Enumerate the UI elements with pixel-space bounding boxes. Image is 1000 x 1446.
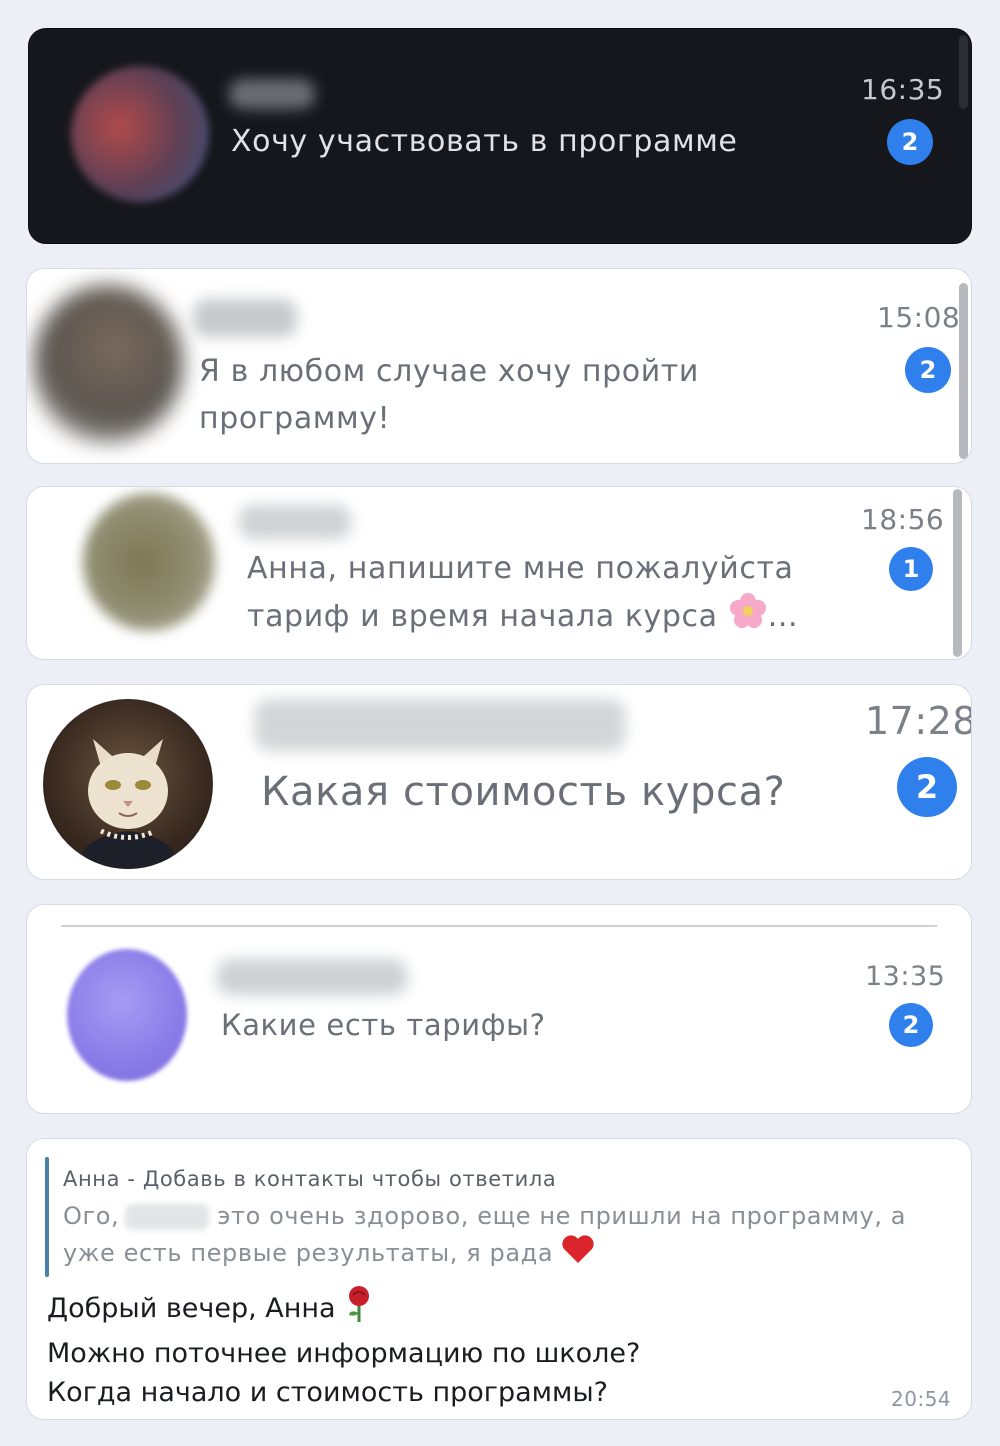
unread-badge: 2 [905, 347, 951, 393]
message-time: 13:35 [865, 961, 946, 992]
message-time: 15:08 [877, 301, 961, 334]
reply-author: Анна - Добавь в контакты чтобы ответила [63, 1167, 557, 1191]
unread-badge: 2 [897, 757, 957, 817]
reply-text: Ого, это очень здорово, еще не пришли на … [63, 1199, 906, 1274]
message-text: Добрый вечер, Анна Можно поточнее информ… [47, 1285, 640, 1412]
heart-emoji-icon [561, 1234, 595, 1274]
unread-badge: 2 [889, 1003, 933, 1047]
avatar [83, 493, 215, 631]
message-time: 17:28 [865, 699, 972, 743]
scrollbar[interactable] [953, 489, 962, 657]
blurred-name [125, 1204, 210, 1230]
contact-name-blurred [255, 699, 625, 751]
contact-name-blurred [193, 299, 297, 337]
unread-badge: 2 [887, 119, 933, 165]
unread-badge: 1 [889, 547, 933, 591]
avatar [43, 699, 213, 869]
last-message: Какие есть тарифы? [221, 1008, 546, 1042]
chat-item[interactable]: Анна, напишите мне пожалуйста тариф и вр… [26, 486, 972, 660]
last-message: Какая стоимость курса? [261, 769, 786, 815]
chat-item[interactable]: Какие есть тарифы? 13:35 2 [26, 904, 972, 1114]
cat-avatar-icon [83, 739, 173, 869]
contact-name-blurred [229, 79, 315, 109]
last-message: Хочу участвовать в программе [231, 124, 738, 159]
chat-item[interactable]: Хочу участвовать в программе 16:35 2 [28, 28, 972, 244]
message-time: 20:54 [891, 1387, 952, 1411]
avatar [33, 285, 183, 443]
avatar [67, 949, 187, 1081]
last-message: Анна, напишите мне пожалуйста тариф и вр… [247, 547, 798, 643]
chat-item[interactable]: Какая стоимость курса? 17:28 2 [26, 684, 972, 880]
reply-bar [45, 1157, 49, 1277]
chat-item[interactable]: Я в любом случае хочу пройти программу! … [26, 268, 972, 464]
last-message: Я в любом случае хочу пройти программу! [199, 354, 699, 436]
contact-name-blurred [217, 959, 407, 995]
scrollbar[interactable] [959, 283, 968, 459]
avatar [71, 66, 209, 202]
message-bubble[interactable]: Анна - Добавь в контакты чтобы ответила … [26, 1138, 972, 1420]
divider [61, 925, 937, 927]
reply-quote[interactable]: Анна - Добавь в контакты чтобы ответила … [45, 1157, 945, 1277]
flower-emoji-icon [728, 591, 768, 644]
message-time: 18:56 [861, 503, 945, 536]
contact-name-blurred [239, 505, 351, 539]
message-time: 16:35 [861, 73, 945, 106]
rose-emoji-icon [344, 1285, 374, 1334]
scrollbar[interactable] [959, 35, 968, 109]
